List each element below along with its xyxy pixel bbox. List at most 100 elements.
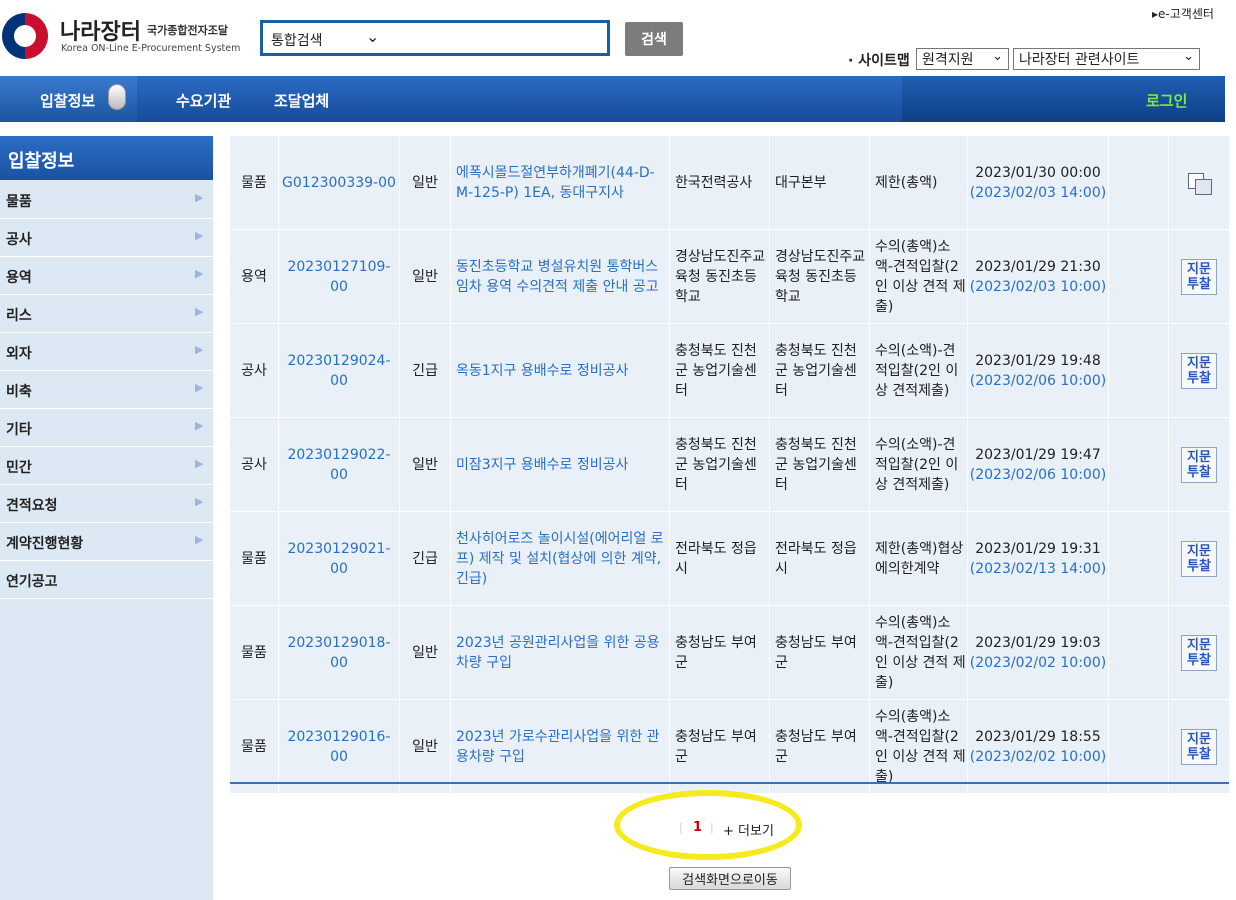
bid-number-link[interactable]: 20230129018-00 [279, 606, 400, 699]
fingerprint-bid-button[interactable]: 지문 투찰 [1181, 728, 1217, 765]
bid-type-cell: 공사 [230, 324, 279, 417]
search-button[interactable]: 검색 [625, 22, 683, 56]
sidebar-item-label: 용역 [6, 270, 32, 286]
e-customer-center-link[interactable]: ▸e-고객센터 [1152, 5, 1214, 22]
issuing-org-cell: 충청북도 진천군 농업기술센터 [670, 418, 770, 511]
sidebar-item[interactable]: 리스 ▶ [0, 295, 213, 333]
chevron-down-icon[interactable]: ⌄ [366, 27, 379, 46]
sidebar-item-label: 계약진행현황 [6, 536, 84, 552]
bid-name-link[interactable]: 옥동1지구 용배수로 정비공사 [451, 324, 670, 417]
sidebar-item[interactable]: 물품 ▶ [0, 181, 213, 219]
related-sites-select[interactable]: 나라장터 관련사이트 ⌄ [1013, 48, 1200, 70]
blank-cell [1109, 324, 1169, 417]
action-cell [1169, 136, 1229, 229]
bid-number-link[interactable]: G012300339-00 [279, 136, 400, 229]
bid-type-cell: 물품 [230, 700, 279, 793]
bid-number-link[interactable]: 20230129016-00 [279, 700, 400, 793]
sidebar-item-label: 연기공고 [6, 574, 58, 590]
logo-title[interactable]: 나라장터 [60, 14, 141, 46]
sidebar-item[interactable]: 비축 ▶ [0, 371, 213, 409]
fingerprint-bid-button[interactable]: 지문 투찰 [1181, 634, 1217, 671]
remote-support-select[interactable]: 원격지원 ⌄ [916, 48, 1009, 70]
chevron-right-icon: ▶ [195, 419, 204, 432]
demand-org-cell: 전라북도 정읍시 [770, 512, 870, 605]
fingerprint-bid-label-top: 지문 [1187, 355, 1211, 371]
blank-cell [1109, 700, 1169, 793]
bid-name-link[interactable]: 동진초등학교 병설유치원 통학버스 임차 용역 수의견적 제출 안내 공고 [451, 230, 670, 323]
sidebar-item[interactable]: 견적요청 ▶ [0, 485, 213, 523]
bid-name-link[interactable]: 에폭시몰드절연부하개폐기(44-D-M-125-P) 1EA, 동대구지사 [451, 136, 670, 229]
bid-type-cell: 물품 [230, 606, 279, 699]
action-cell: 지문 투찰 [1169, 230, 1229, 323]
search-category-select[interactable]: 통합검색 [271, 30, 323, 50]
blank-cell [1109, 136, 1169, 229]
sitemap-link[interactable]: · 사이트맵 [848, 50, 910, 70]
demand-org-cell: 충청북도 진천군 농업기술센터 [770, 418, 870, 511]
demand-org-cell: 충청북도 진천군 농업기술센터 [770, 324, 870, 417]
bid-name-link[interactable]: 2023년 가로수관리사업을 위한 관용차량 구입 [451, 700, 670, 793]
sidebar-item-label: 외자 [6, 346, 32, 362]
blank-cell [1109, 418, 1169, 511]
chevron-right-icon: ▶ [195, 381, 204, 394]
date-cell: 2023/01/29 19:48 (2023/02/06 10:00) [968, 324, 1109, 417]
bid-open-date: 2023/01/29 19:31 [975, 540, 1101, 557]
bid-number-link[interactable]: 20230127109-00 [279, 230, 400, 323]
chevron-right-icon: ▶ [195, 305, 204, 318]
demand-org-cell: 대구본부 [770, 136, 870, 229]
sidebar-item[interactable]: 공사 ▶ [0, 219, 213, 257]
bid-kind-cell: 긴급 [400, 512, 451, 605]
bid-type-cell: 물품 [230, 512, 279, 605]
bid-open-date: 2023/01/29 19:47 [975, 446, 1101, 463]
bid-close-date: (2023/02/02 10:00) [969, 654, 1107, 671]
go-to-search-button[interactable]: 검색화면으로이동 [669, 867, 791, 890]
sidebar-item[interactable]: 연기공고 [0, 561, 213, 599]
bid-number-link[interactable]: 20230129021-00 [279, 512, 400, 605]
search-box[interactable]: 통합검색 ⌄ [260, 20, 610, 56]
nav-tab-demand-agency[interactable]: 수요기관 [176, 90, 231, 111]
nav-tab-supplier[interactable]: 조달업체 [274, 90, 329, 111]
sidebar-item[interactable]: 외자 ▶ [0, 333, 213, 371]
chevron-right-icon: ▶ [195, 267, 204, 280]
bid-kind-cell: 일반 [400, 230, 451, 323]
nav-tab-bid-info[interactable]: 입찰정보 [40, 90, 95, 111]
login-button[interactable]: 로그인 [1146, 90, 1187, 111]
bid-open-date: 2023/01/30 00:00 [975, 164, 1101, 181]
bid-kind-cell: 일반 [400, 606, 451, 699]
sidebar-item[interactable]: 계약진행현황 ▶ [0, 523, 213, 561]
sidebar-item-label: 리스 [6, 308, 32, 324]
logo-english: Korea ON-Line E-Procurement System [61, 43, 241, 54]
copy-icon[interactable] [1185, 171, 1213, 195]
bid-close-date: (2023/02/03 10:00) [969, 278, 1107, 295]
bid-close-date: (2023/02/13 14:00) [969, 560, 1107, 577]
bid-number-link[interactable]: 20230129024-00 [279, 324, 400, 417]
logo-mark-icon[interactable] [2, 13, 48, 59]
sidebar-item[interactable]: 기타 ▶ [0, 409, 213, 447]
fingerprint-bid-button[interactable]: 지문 투찰 [1181, 540, 1217, 577]
fingerprint-bid-label-bottom: 투찰 [1187, 464, 1211, 480]
fingerprint-bid-button[interactable]: 지문 투찰 [1181, 352, 1217, 389]
fingerprint-bid-label-bottom: 투찰 [1187, 370, 1211, 386]
bid-close-date: (2023/02/02 10:00) [969, 748, 1107, 765]
fingerprint-bid-button[interactable]: 지문 투찰 [1181, 446, 1217, 483]
sidebar-item[interactable]: 민간 ▶ [0, 447, 213, 485]
fingerprint-bid-button[interactable]: 지문 투찰 [1181, 258, 1217, 295]
sidebar-item-label: 물품 [6, 194, 32, 210]
load-more-button[interactable]: + 더보기 [723, 820, 774, 839]
bid-number-link[interactable]: 20230129022-00 [279, 418, 400, 511]
bid-name-link[interactable]: 미잠3지구 용배수로 정비공사 [451, 418, 670, 511]
mouse-icon [108, 84, 126, 110]
date-cell: 2023/01/29 18:55 (2023/02/02 10:00) [968, 700, 1109, 793]
issuing-org-cell: 충청남도 부여군 [670, 700, 770, 793]
fingerprint-bid-label-top: 지문 [1187, 637, 1211, 653]
fingerprint-bid-label-top: 지문 [1187, 261, 1211, 277]
page-number-current[interactable]: 1 [693, 820, 702, 835]
bid-name-link[interactable]: 2023년 공원관리사업을 위한 공용차량 구입 [451, 606, 670, 699]
table-bottom-border [230, 782, 1229, 784]
sidebar-item[interactable]: 용역 ▶ [0, 257, 213, 295]
bid-kind-cell: 일반 [400, 418, 451, 511]
table-row: 용역 20230127109-00 일반 동진초등학교 병설유치원 통학버스 임차 용… [230, 230, 1229, 324]
bid-close-date: (2023/02/06 10:00) [969, 372, 1107, 389]
contract-method-cell: 제한(총액)협상에의한계약 [870, 512, 968, 605]
chevron-right-icon: ▶ [195, 457, 204, 470]
bid-name-link[interactable]: 천사히어로즈 놀이시설(에어리얼 로프) 제작 및 설치(협상에 의한 계약, … [451, 512, 670, 605]
